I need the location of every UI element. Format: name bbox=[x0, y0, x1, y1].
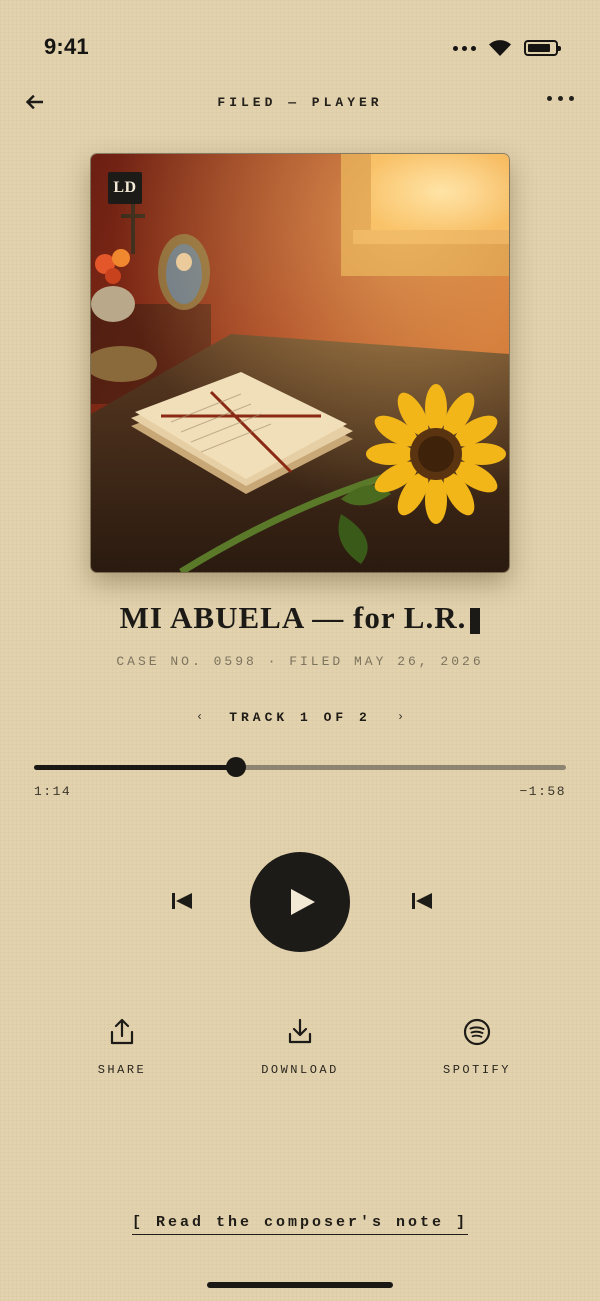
spotify-button[interactable]: SPOTIFY bbox=[407, 1017, 547, 1077]
song-title: MI ABUELA — for L.R. bbox=[0, 600, 600, 636]
more-options-button[interactable] bbox=[547, 96, 574, 101]
share-button[interactable]: SHARE bbox=[52, 1017, 192, 1077]
remaining-time: −1:58 bbox=[519, 784, 566, 799]
artwork-illustration bbox=[91, 154, 509, 572]
artwork-badge: LD bbox=[108, 172, 142, 204]
composer-note-link-row: [ Read the composer's note ] bbox=[0, 1213, 600, 1235]
album-artwork bbox=[91, 154, 509, 572]
track-position-label: TRACK 1 OF 2 bbox=[229, 709, 371, 725]
next-button[interactable] bbox=[404, 883, 440, 919]
spotify-label: SPOTIFY bbox=[443, 1063, 511, 1077]
status-time: 9:41 bbox=[44, 34, 89, 59]
spotify-icon bbox=[463, 1018, 491, 1046]
share-icon bbox=[110, 1018, 134, 1045]
previous-track-arrow[interactable]: ‹ bbox=[192, 708, 207, 726]
progress-scrubber[interactable] bbox=[226, 757, 247, 777]
next-track-arrow[interactable]: › bbox=[393, 708, 408, 726]
download-button[interactable]: DOWNLOAD bbox=[230, 1017, 370, 1077]
play-icon bbox=[290, 889, 315, 915]
elapsed-time: 1:14 bbox=[34, 784, 72, 799]
skip-back-icon bbox=[412, 893, 432, 909]
play-button[interactable] bbox=[250, 852, 350, 952]
case-info: CASE NO. 0598 · FILED MAY 26, 2026 bbox=[116, 654, 484, 669]
more-dot-icon bbox=[569, 96, 574, 101]
typing-cursor bbox=[470, 608, 481, 634]
battery-icon bbox=[524, 40, 561, 56]
more-dot-icon bbox=[558, 96, 563, 101]
wifi-icon bbox=[489, 40, 511, 56]
download-label: DOWNLOAD bbox=[261, 1063, 339, 1077]
home-indicator bbox=[207, 1282, 393, 1288]
cellular-icon bbox=[453, 45, 476, 51]
nav-title: FILED — PLAYER bbox=[217, 95, 383, 110]
song-title-text: MI ABUELA — for L.R. bbox=[119, 600, 467, 635]
progress-fill bbox=[34, 765, 237, 770]
download-icon bbox=[288, 1018, 312, 1044]
share-label: SHARE bbox=[97, 1063, 147, 1077]
skip-back-icon bbox=[172, 893, 192, 909]
composer-note-link[interactable]: [ Read the composer's note ] bbox=[131, 1214, 469, 1235]
status-icons bbox=[453, 38, 561, 58]
track-navigation: ‹ TRACK 1 OF 2 › bbox=[0, 708, 600, 726]
more-dot-icon bbox=[547, 96, 552, 101]
previous-button[interactable] bbox=[164, 883, 200, 919]
